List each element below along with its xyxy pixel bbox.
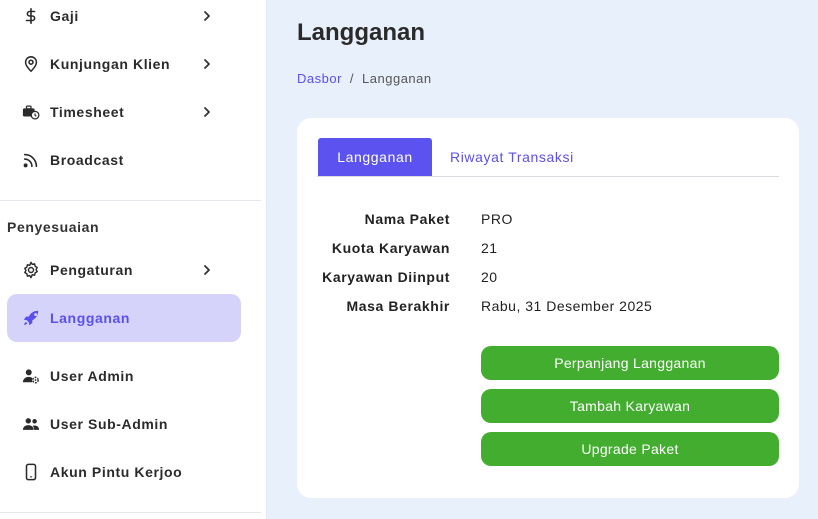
breadcrumb-separator: / — [349, 71, 355, 86]
rocket-icon — [21, 308, 41, 328]
info-label: Karyawan Diinput — [322, 269, 450, 285]
sidebar-item-label: Timesheet — [50, 104, 125, 120]
gear-icon — [21, 260, 41, 280]
chevron-right-icon — [200, 263, 214, 277]
info-row-expiry-date: Masa Berakhir Rabu, 31 Desember 2025 — [297, 298, 799, 318]
sidebar-item-label: Gaji — [50, 8, 79, 24]
mobile-icon — [21, 462, 41, 482]
upgrade-package-button[interactable]: Upgrade Paket — [481, 432, 779, 466]
breadcrumb-home-link[interactable]: Dasbor — [297, 71, 342, 86]
tab-bar: Langganan Riwayat Transaksi — [317, 138, 779, 177]
info-value: 20 — [481, 269, 498, 285]
sidebar-item-langganan[interactable]: Langganan — [7, 294, 241, 342]
add-employee-button[interactable]: Tambah Karyawan — [481, 389, 779, 423]
info-row-employees-entered: Karyawan Diinput 20 — [297, 269, 799, 289]
sidebar-item-label: Kunjungan Klien — [50, 56, 171, 72]
info-label: Kuota Karyawan — [331, 240, 450, 256]
sidebar-divider — [0, 200, 261, 201]
sidebar-item-label: Pengaturan — [50, 262, 134, 278]
map-pin-icon — [21, 54, 41, 74]
sidebar-item-akun-pintu-kerjoo[interactable]: Akun Pintu Kerjoo — [7, 448, 241, 496]
tab-langganan[interactable]: Langganan — [318, 138, 432, 176]
extend-subscription-button[interactable]: Perpanjang Langganan — [481, 346, 779, 380]
info-label: Nama Paket — [364, 211, 450, 227]
breadcrumb: Dasbor / Langganan — [297, 71, 432, 86]
subscription-card: Langganan Riwayat Transaksi Nama Paket P… — [297, 118, 799, 498]
sidebar-item-timesheet[interactable]: Timesheet — [7, 88, 241, 136]
briefcase-clock-icon — [21, 102, 41, 122]
sidebar-item-kunjungan-klien[interactable]: Kunjungan Klien — [7, 40, 241, 88]
sidebar-item-label: Langganan — [50, 310, 131, 326]
info-value: 21 — [481, 240, 498, 256]
sidebar-section-title: Penyesuaian — [7, 219, 100, 235]
user-gear-icon — [21, 366, 41, 386]
info-row-package-name: Nama Paket PRO — [297, 211, 799, 231]
sidebar-item-broadcast[interactable]: Broadcast — [7, 136, 241, 184]
chevron-right-icon — [200, 57, 214, 71]
page-title: Langganan — [297, 19, 426, 46]
sidebar-item-label: User Sub-Admin — [50, 416, 169, 432]
info-label: Masa Berakhir — [346, 298, 450, 314]
chevron-right-icon — [200, 105, 214, 119]
sidebar-item-gaji[interactable]: Gaji — [7, 0, 241, 40]
info-row-employee-quota: Kuota Karyawan 21 — [297, 240, 799, 260]
sidebar: Gaji Kunjungan Klien Timesheet Broadcast… — [0, 0, 267, 519]
chevron-right-icon — [200, 9, 214, 23]
sidebar-item-label: Broadcast — [50, 152, 124, 168]
sidebar-item-user-admin[interactable]: User Admin — [7, 352, 241, 400]
breadcrumb-current: Langganan — [362, 71, 432, 86]
sidebar-item-user-sub-admin[interactable]: User Sub-Admin — [7, 400, 241, 448]
dollar-icon — [21, 6, 41, 26]
tab-riwayat-transaksi[interactable]: Riwayat Transaksi — [450, 138, 574, 176]
sidebar-item-label: User Admin — [50, 368, 135, 384]
users-icon — [21, 414, 41, 434]
sidebar-item-pengaturan[interactable]: Pengaturan — [7, 246, 241, 294]
sidebar-item-label: Akun Pintu Kerjoo — [50, 464, 183, 480]
sidebar-divider — [0, 512, 261, 513]
info-value: Rabu, 31 Desember 2025 — [481, 298, 653, 314]
info-value: PRO — [481, 211, 513, 227]
rss-icon — [21, 150, 41, 170]
